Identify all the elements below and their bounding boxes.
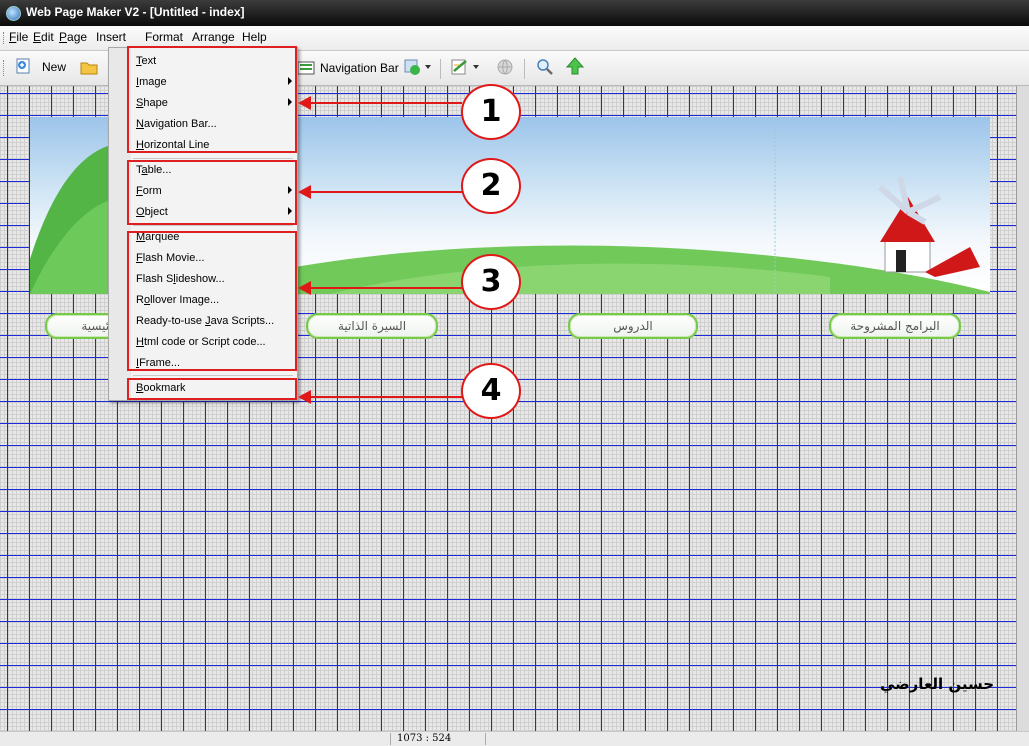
menu-format[interactable]: Format (145, 30, 183, 44)
nav-button-programs[interactable]: البرامج المشروحة (829, 313, 961, 339)
nav-button-cv[interactable]: السيرة الذاتية (306, 313, 438, 339)
new-label: New (42, 60, 67, 74)
menu-separator (133, 158, 293, 159)
menu-separator (133, 375, 293, 376)
navigation-bar-icon (297, 61, 315, 75)
nav-button-lessons[interactable]: الدروس (568, 313, 698, 339)
insert-dropdown-menu: Text Image Shape Navigation Bar... Horiz… (108, 46, 298, 401)
web-globe-icon[interactable] (496, 58, 514, 76)
menu-page[interactable]: Page (59, 30, 87, 44)
highlight-group-3 (127, 231, 297, 371)
menu-insert[interactable]: Insert (96, 30, 126, 44)
annotation-callout-2: 2 (461, 158, 521, 214)
menu-file[interactable]: File (9, 30, 28, 44)
toolbar-grip-icon (3, 60, 6, 76)
highlight-group-1 (127, 46, 297, 153)
publish-up-arrow-icon[interactable] (566, 57, 584, 75)
annotation-arrow-4 (298, 390, 462, 404)
annotation-callout-4: 4 (461, 363, 521, 419)
status-separator (485, 733, 486, 745)
vertical-scrollbar[interactable] (1016, 86, 1029, 731)
open-folder-icon[interactable] (80, 58, 98, 76)
media-icon[interactable] (403, 58, 421, 76)
menu-arrange[interactable]: Arrange (192, 30, 235, 44)
menu-separator (133, 225, 293, 226)
author-signature-text[interactable]: حسين العارضي (880, 675, 994, 693)
status-bar: 1073 : 524 (0, 731, 1029, 746)
toolbar-separator (524, 59, 525, 79)
annotation-arrow-3 (298, 281, 462, 295)
toolbar-separator (440, 59, 441, 79)
cursor-coordinates: 1073 : 524 (397, 733, 452, 744)
annotation-callout-1: 1 (461, 84, 521, 140)
media-dropdown-arrow-icon[interactable] (425, 65, 431, 69)
highlight-group-4 (127, 378, 297, 400)
navigation-bar-button[interactable]: Navigation Bar (320, 61, 399, 75)
menu-help[interactable]: Help (242, 30, 267, 44)
status-separator (390, 733, 391, 745)
annotation-callout-3: 3 (461, 254, 521, 310)
annotation-arrow-2 (298, 185, 462, 199)
menubar-grip-icon (3, 32, 6, 44)
annotation-arrow-1 (298, 96, 462, 110)
new-page-icon (16, 58, 30, 74)
edit-code-icon[interactable] (451, 58, 469, 76)
app-icon (6, 6, 21, 21)
edit-dropdown-arrow-icon[interactable] (473, 65, 479, 69)
window-title: Web Page Maker V2 - [Untitled - index] (26, 5, 245, 19)
preview-magnifier-icon[interactable] (536, 58, 554, 76)
title-bar: Web Page Maker V2 - [Untitled - index] (0, 0, 1029, 26)
menu-edit[interactable]: Edit (33, 30, 54, 44)
highlight-group-2 (127, 160, 297, 225)
